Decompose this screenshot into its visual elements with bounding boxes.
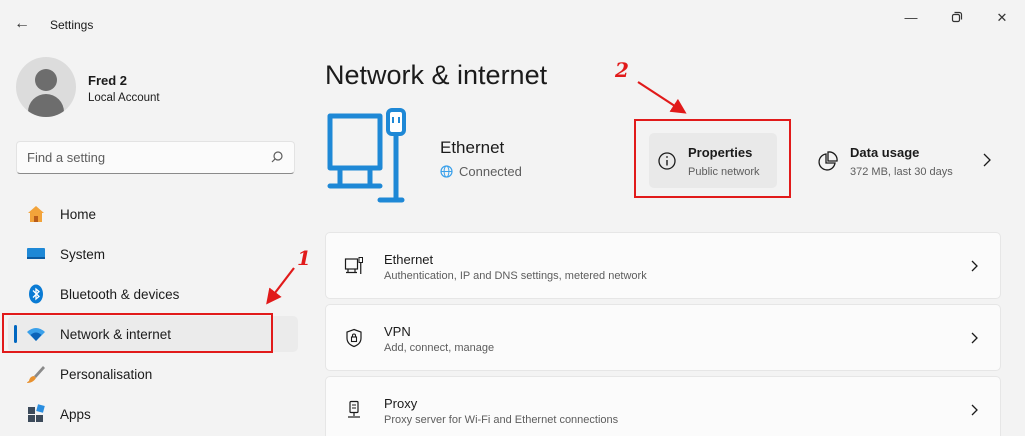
annotation-number-2: 2 [615, 58, 629, 82]
minimize-button[interactable]: — [888, 8, 934, 28]
hero-status-text: Connected [459, 164, 522, 179]
row-title: Ethernet [384, 252, 434, 267]
search-input[interactable]: Find a setting [16, 141, 295, 174]
ethernet-icon [344, 257, 363, 274]
row-subtitle: Add, connect, manage [384, 342, 495, 354]
hero-connection-status: Connected [440, 164, 522, 179]
profile-account-type: Local Account [88, 92, 160, 104]
sidebar-item-label: Personalisation [60, 367, 153, 382]
avatar [16, 57, 76, 117]
brush-icon [27, 366, 45, 383]
page-title: Network & internet [325, 60, 548, 90]
restore-button[interactable] [934, 8, 980, 28]
row-title: Proxy [384, 396, 418, 411]
data-usage-subtitle: 372 MB, last 30 days [850, 166, 953, 178]
vpn-shield-icon [346, 328, 362, 348]
home-icon [28, 206, 44, 222]
user-profile[interactable]: Fred 2 Local Account [16, 57, 286, 121]
row-subtitle: Proxy server for Wi-Fi and Ethernet conn… [384, 414, 619, 426]
data-usage-title: Data usage [850, 145, 920, 160]
proxy-icon [348, 400, 360, 418]
row-subtitle: Authentication, IP and DNS settings, met… [384, 270, 647, 282]
row-proxy[interactable]: Proxy Proxy server for Wi-Fi and Etherne… [325, 376, 1001, 436]
sidebar-item-label: Apps [60, 407, 91, 422]
search-placeholder: Find a setting [27, 150, 106, 165]
annotation-box-properties [634, 119, 791, 198]
annotation-box-network [2, 313, 273, 353]
sidebar-item-personalisation[interactable]: Personalisation [8, 356, 298, 392]
globe-icon [440, 165, 453, 178]
row-title: VPN [384, 324, 411, 339]
app-title: Settings [50, 18, 94, 32]
sidebar-item-bluetooth[interactable]: Bluetooth & devices [8, 276, 298, 312]
pie-chart-icon [818, 151, 838, 171]
row-vpn[interactable]: VPN Add, connect, manage [325, 304, 1001, 371]
apps-icon [28, 404, 45, 422]
sidebar-item-label: System [60, 247, 106, 262]
row-ethernet[interactable]: Ethernet Authentication, IP and DNS sett… [325, 232, 1001, 299]
annotation-arrow-2 [637, 81, 687, 114]
restore-icon [951, 11, 963, 23]
title-bar: ← Settings — ✕ [0, 0, 1025, 48]
chevron-right-icon [971, 404, 978, 416]
chevron-right-icon [971, 260, 978, 272]
sidebar-item-label: Home [60, 207, 97, 222]
chevron-right-icon [971, 332, 978, 344]
settings-list: Ethernet Authentication, IP and DNS sett… [325, 232, 1001, 436]
sidebar-item-home[interactable]: Home [8, 196, 298, 232]
profile-name: Fred 2 [88, 73, 128, 88]
sidebar-item-label: Bluetooth & devices [60, 287, 180, 302]
system-icon [27, 248, 45, 259]
close-button[interactable]: ✕ [979, 8, 1025, 28]
annotation-number-1: 1 [297, 246, 311, 270]
search-icon [271, 151, 283, 163]
chevron-right-icon [983, 153, 991, 167]
ethernet-monitor-icon [327, 108, 406, 203]
sidebar-item-apps[interactable]: Apps [8, 396, 298, 432]
bluetooth-icon [29, 284, 43, 304]
data-usage-button[interactable]: Data usage 372 MB, last 30 days [806, 133, 1001, 188]
hero-connection-name: Ethernet [440, 138, 505, 157]
sidebar-item-system[interactable]: System [8, 236, 298, 272]
back-arrow-icon[interactable]: ← [12, 14, 32, 34]
